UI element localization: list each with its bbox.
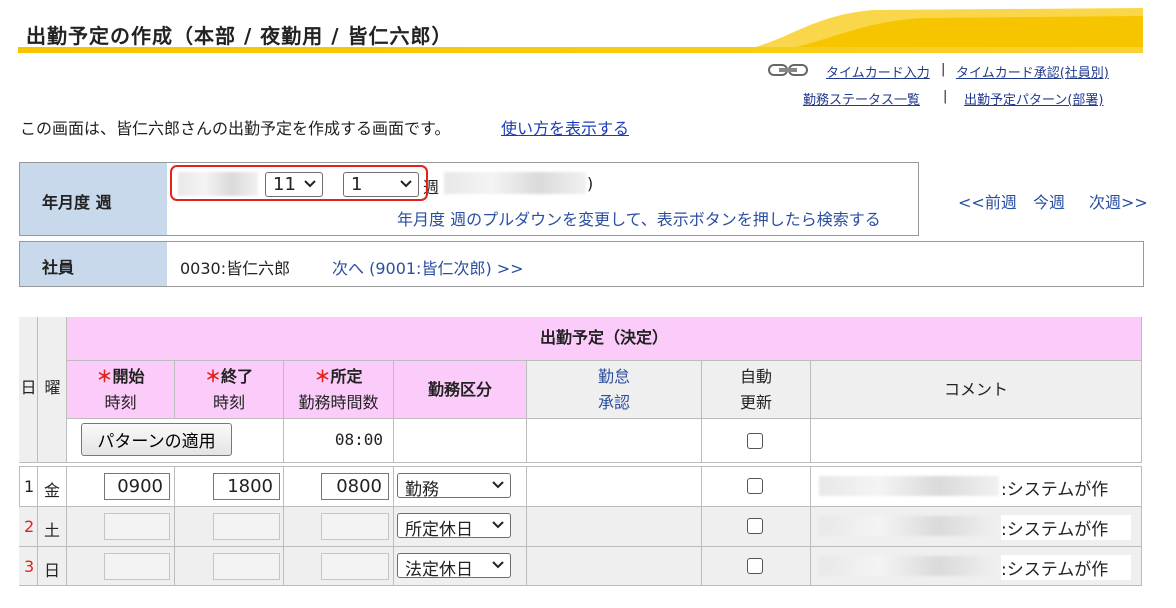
prev-week-link[interactable]: <<前週 [958,189,1017,213]
chevron-down-icon [492,481,504,489]
row-auto-cell [702,507,811,547]
default-work-type-cell [394,419,527,463]
next-week-link[interactable]: 次週>> [1089,189,1148,213]
table-row-day: 1 [19,467,38,507]
comment-text[interactable]: :システムが作 [1001,515,1131,540]
row-comment-cell: :システムが作 [811,547,1142,586]
row-comment-cell: :システムが作 [811,507,1142,547]
table-row-weekday: 土 [38,507,67,547]
default-approval-cell [527,419,702,463]
link-timecard-approve[interactable]: タイムカード承認(社員別) [956,62,1109,81]
comment-text[interactable]: :システムが作 [1001,555,1131,580]
start-time-input[interactable] [104,553,170,580]
header-approval: 勤怠 承認 [527,361,702,419]
header-start-time: ＊開始 時刻 [67,361,175,419]
fiscal-week-label-cell: 年月度 週 [20,163,167,235]
schedule-table: 日 曜 出勤予定（決定） ＊開始 時刻 ＊終了 時刻 ＊所定 勤務時間数 勤務区… [19,317,1142,586]
header-comment: コメント [811,361,1142,419]
table-row-day: 2 [19,507,38,547]
employee-row: 社員 0030:皆仁六郎 次へ (9001:皆仁次郎) >> [19,241,1144,287]
link-separator: | [943,89,948,104]
header-group: 出勤予定（決定） [67,317,1142,361]
end-time-input[interactable] [213,553,280,580]
row-hours-cell [284,547,394,586]
auto-update-checkbox[interactable] [747,518,763,534]
row-hours-cell: 0800 [284,467,394,507]
row-start-cell [67,507,175,547]
end-time-input[interactable] [213,513,280,540]
fiscal-week-label: 年月度 週 [42,193,112,212]
required-mark: ＊ [204,367,221,386]
required-mark: ＊ [96,367,113,386]
work-type-select[interactable]: 所定休日 [397,513,511,540]
filter-hint: 年月度 週のプルダウンを変更して、表示ボタンを押したら検索する [397,210,881,229]
redacted-timestamp [819,556,999,576]
redacted-timestamp [819,516,999,536]
table-row-day: 3 [19,547,38,586]
header-work-type: 勤務区分 [394,361,527,419]
employee-value: 0030:皆仁六郎 [180,259,291,278]
default-auto-cell [702,419,811,463]
default-comment-cell [811,419,1142,463]
link-timecard-input[interactable]: タイムカード入力 [826,62,930,81]
howto-link[interactable]: 使い方を表示する [501,115,629,139]
row-work-type-cell: 勤務 [394,467,527,507]
table-row-weekday: 日 [38,547,67,586]
default-hours: 08:00 [334,430,383,449]
table-row-weekday: 金 [38,467,67,507]
header-std-hours: ＊所定 勤務時間数 [284,361,394,419]
redacted-date-range [444,172,586,194]
employee-label: 社員 [42,258,75,277]
link-chain-icon [768,64,808,76]
row-comment-cell: :システムが作 [811,467,1142,507]
title-bar: 出勤予定の作成（本部 / 夜勤用 / 皆仁六郎） [18,8,1143,53]
auto-update-checkbox[interactable] [747,558,763,574]
header-auto-update: 自動 更新 [702,361,811,419]
row-approval-cell [527,467,702,507]
page-title: 出勤予定の作成（本部 / 夜勤用 / 皆仁六郎） [26,24,453,48]
row-start-cell [67,547,175,586]
row-auto-cell [702,467,811,507]
link-separator: | [941,62,946,77]
link-work-status[interactable]: 勤務ステータス一覧 [803,89,920,108]
header-day: 日 [19,317,38,463]
date-range-close: ) [587,174,594,193]
this-week-link[interactable]: 今週 [1033,189,1065,213]
header-end-time: ＊終了 時刻 [175,361,284,419]
start-time-input[interactable] [104,513,170,540]
required-mark: ＊ [314,367,331,386]
work-type-select[interactable]: 法定休日 [397,553,511,580]
highlight-annotation [170,165,428,201]
row-start-cell: 0900 [67,467,175,507]
row-end-cell [175,507,284,547]
row-approval-cell [527,547,702,586]
link-pattern[interactable]: 出勤予定パターン(部署) [964,89,1104,108]
auto-update-checkbox[interactable] [747,478,763,494]
header-weekday: 曜 [38,317,67,463]
std-hours-input[interactable]: 0800 [321,473,389,500]
chevron-down-icon [492,561,504,569]
apply-pattern-button[interactable]: パターンの適用 [81,423,232,456]
default-auto-update-checkbox[interactable] [747,433,763,449]
redacted-timestamp [819,476,999,496]
next-employee-link[interactable]: 次へ (9001:皆仁次郎) >> [332,255,524,279]
row-work-type-cell: 所定休日 [394,507,527,547]
employee-label-cell: 社員 [20,242,167,286]
end-time-input[interactable]: 1800 [213,473,280,500]
row-work-type-cell: 法定休日 [394,547,527,586]
chevron-down-icon [492,521,504,529]
start-time-input[interactable]: 0900 [104,473,170,500]
page-description: この画面は、皆仁六郎さんの出勤予定を作成する画面です。 [20,119,451,138]
row-end-cell [175,547,284,586]
row-approval-cell [527,507,702,547]
default-hours-cell: 08:00 [284,419,394,463]
work-type-select[interactable]: 勤務 [397,473,511,500]
std-hours-input[interactable] [321,513,389,540]
row-end-cell: 1800 [175,467,284,507]
row-hours-cell [284,507,394,547]
std-hours-input[interactable] [321,553,389,580]
row-auto-cell [702,547,811,586]
comment-text[interactable]: :システムが作 [1001,475,1131,500]
